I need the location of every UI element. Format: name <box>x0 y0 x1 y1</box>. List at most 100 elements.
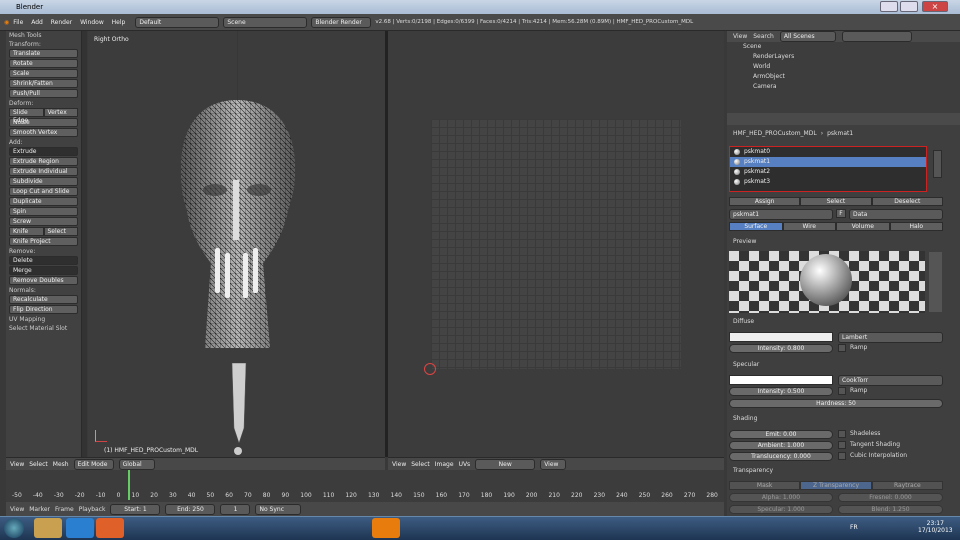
sync-select[interactable]: No Sync <box>255 503 302 515</box>
blender-taskbar-icon[interactable] <box>372 518 400 538</box>
view-select[interactable]: View <box>540 458 567 470</box>
shrink-fatten-button[interactable]: Shrink/Fatten <box>9 79 78 88</box>
menu-file[interactable]: File <box>13 19 23 26</box>
knife-project-button[interactable]: Knife Project <box>9 237 78 246</box>
view-menu-image[interactable]: View <box>392 461 406 468</box>
select-material-slot-panel[interactable]: Select Material Slot <box>6 324 81 333</box>
view-menu-3d[interactable]: View <box>10 461 24 468</box>
explorer-icon[interactable] <box>34 518 62 538</box>
blender-icon[interactable]: ◉ <box>4 19 9 26</box>
timeline-view-menu[interactable]: View <box>10 506 24 513</box>
material-name-field[interactable]: pskmat1 <box>729 209 833 220</box>
preview-type-buttons[interactable] <box>929 252 942 312</box>
link-select[interactable]: Data <box>849 209 943 220</box>
cubic-interpolation-checkbox[interactable] <box>838 452 846 460</box>
ie-icon[interactable] <box>66 518 94 538</box>
outliner-item-world[interactable]: World <box>727 62 960 72</box>
raytrace-button[interactable]: Raytrace <box>871 481 943 490</box>
mode-select[interactable]: Edit Mode <box>73 458 114 470</box>
tab-surface[interactable]: Surface <box>729 222 783 231</box>
mesh-menu[interactable]: Mesh <box>53 461 69 468</box>
recalculate-button[interactable]: Recalculate <box>9 295 78 304</box>
scene-select[interactable]: Scene <box>223 16 308 28</box>
deselect-button[interactable]: Deselect <box>871 197 943 206</box>
material-slot[interactable]: pskmat2 <box>730 167 926 177</box>
material-slot[interactable]: pskmat3 <box>730 177 926 187</box>
z-transparency-button[interactable]: Z Transparency <box>800 481 872 490</box>
outliner-item-scene[interactable]: Scene <box>727 42 960 52</box>
outliner-item-camera[interactable]: Camera <box>727 82 960 92</box>
preview-panel-header[interactable]: Preview <box>729 237 756 247</box>
material-slot-selected[interactable]: pskmat1 <box>730 157 926 167</box>
menu-render[interactable]: Render <box>51 19 72 26</box>
diffuse-ramp-checkbox[interactable] <box>838 344 846 352</box>
current-frame-field[interactable]: 1 <box>220 503 251 515</box>
select-button[interactable]: Select <box>800 197 872 206</box>
orientation-select[interactable]: Global <box>118 458 155 470</box>
area-divider[interactable] <box>385 31 388 457</box>
outliner-item-armobject[interactable]: ArmObject <box>727 72 960 82</box>
shadeless-checkbox[interactable] <box>838 430 846 438</box>
tab-volume[interactable]: Volume <box>836 222 890 231</box>
outliner-item-renderlayers[interactable]: RenderLayers <box>727 52 960 62</box>
specular-panel-header[interactable]: Specular <box>729 360 759 370</box>
menu-add[interactable]: Add <box>31 19 43 26</box>
end-frame-field[interactable]: End: 250 <box>165 503 216 515</box>
specular-intensity-slider[interactable]: Intensity: 0.500 <box>729 387 833 396</box>
firefox-icon[interactable] <box>96 518 124 538</box>
material-slot-list[interactable]: pskmat0 pskmat1 pskmat2 pskmat3 <box>729 146 927 192</box>
loop-cut-button[interactable]: Loop Cut and Slide <box>9 187 78 196</box>
maximize-button[interactable] <box>900 1 918 12</box>
slide-vertex-button[interactable]: Vertex <box>43 108 78 117</box>
material-slot[interactable]: pskmat0 <box>730 147 926 157</box>
slot-add-remove-buttons[interactable] <box>933 150 942 178</box>
render-engine-select[interactable]: Blender Render <box>311 16 372 28</box>
select-menu-3d[interactable]: Select <box>29 461 48 468</box>
alpha-slider[interactable]: Alpha: 1.000 <box>729 493 833 502</box>
material-breadcrumb[interactable]: pskmat1 <box>827 130 853 137</box>
translate-button[interactable]: Translate <box>9 49 78 58</box>
knife-button[interactable]: Knife <box>9 227 44 236</box>
shading-panel-header[interactable]: Shading <box>729 414 757 424</box>
translucency-slider[interactable]: Translucency: 0.000 <box>729 452 833 461</box>
knife-select-button[interactable]: Select <box>43 227 78 236</box>
specular-ramp-checkbox[interactable] <box>838 387 846 395</box>
minimize-button[interactable] <box>880 1 898 12</box>
duplicate-button[interactable]: Duplicate <box>9 197 78 206</box>
properties-context-tabs[interactable] <box>727 113 960 125</box>
layout-select[interactable]: Default <box>135 16 220 28</box>
rotate-button[interactable]: Rotate <box>9 59 78 68</box>
outliner-view-menu[interactable]: View <box>733 33 747 40</box>
timeline[interactable]: -50 -40 -30 -20 -10 0 10 20 30 40 50 60 … <box>6 470 724 502</box>
tab-wire[interactable]: Wire <box>782 222 836 231</box>
extrude-individual-button[interactable]: Extrude Individual <box>9 167 78 176</box>
spin-button[interactable]: Spin <box>9 207 78 216</box>
specular-color[interactable] <box>729 375 833 385</box>
mesh-tools-header[interactable]: Mesh Tools <box>6 31 81 40</box>
select-menu-image[interactable]: Select <box>411 461 430 468</box>
diffuse-panel-header[interactable]: Diffuse <box>729 317 754 327</box>
diffuse-intensity-slider[interactable]: Intensity: 0.800 <box>729 344 833 353</box>
display-mode-select[interactable]: All Scenes <box>779 31 836 42</box>
push-pull-button[interactable]: Push/Pull <box>9 89 78 98</box>
scale-button[interactable]: Scale <box>9 69 78 78</box>
outliner-search-menu[interactable]: Search <box>753 33 774 40</box>
object-breadcrumb[interactable]: HMF_HED_PROCustom_MDL <box>733 130 817 137</box>
extrude-region-button[interactable]: Extrude Region <box>9 157 78 166</box>
tool-shelf-scrollbar[interactable] <box>82 31 87 457</box>
diffuse-shader-select[interactable]: Lambert <box>838 332 943 343</box>
close-button[interactable]: × <box>922 1 948 12</box>
merge-menu[interactable]: Merge <box>9 266 78 275</box>
assign-button[interactable]: Assign <box>729 197 801 206</box>
delete-menu[interactable]: Delete <box>9 256 78 265</box>
2d-cursor-icon[interactable] <box>424 363 436 375</box>
language-indicator[interactable]: FR <box>850 524 858 531</box>
ambient-slider[interactable]: Ambient: 1.000 <box>729 441 833 450</box>
playback-menu[interactable]: Playback <box>79 506 106 513</box>
frame-menu[interactable]: Frame <box>55 506 74 513</box>
noise-button[interactable]: Noise <box>9 118 78 127</box>
emit-slider[interactable]: Emit: 0.00 <box>729 430 833 439</box>
blend-slider[interactable]: Blend: 1.250 <box>838 505 943 514</box>
new-image-button[interactable]: New <box>475 458 536 470</box>
screw-button[interactable]: Screw <box>9 217 78 226</box>
